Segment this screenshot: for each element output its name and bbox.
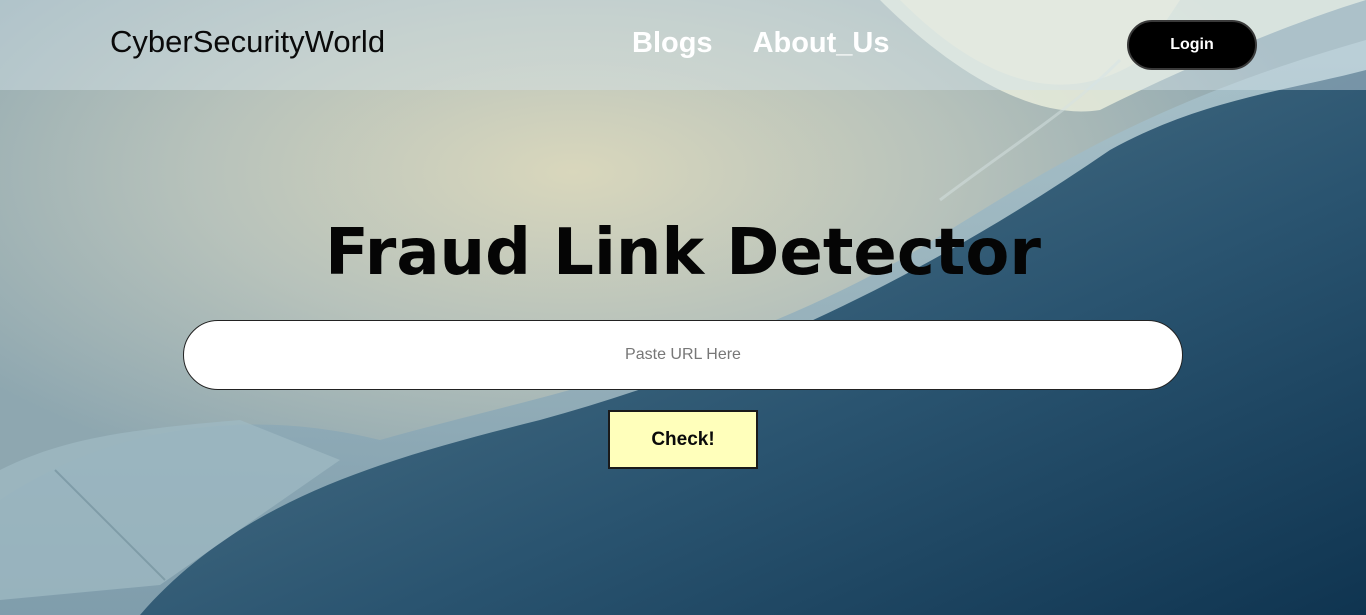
background-image: [0, 0, 1366, 615]
nav-link-blogs[interactable]: Blogs: [632, 27, 713, 60]
nav-link-about-us[interactable]: About_Us: [753, 27, 890, 60]
page-title: Fraud Link Detector: [325, 216, 1041, 290]
check-button[interactable]: Check!: [608, 410, 758, 469]
nav-links: Blogs About_Us: [632, 27, 890, 60]
navbar: CyberSecurityWorld Blogs About_Us Login: [0, 0, 1366, 90]
url-input[interactable]: [183, 320, 1183, 390]
brand-logo-text[interactable]: CyberSecurityWorld: [110, 24, 385, 60]
login-button[interactable]: Login: [1127, 20, 1257, 70]
